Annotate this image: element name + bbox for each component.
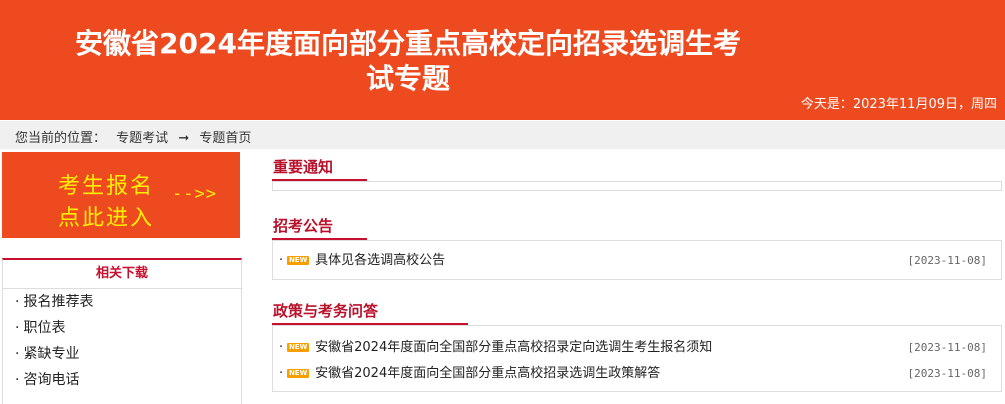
breadcrumb-bar: 您当前的位置： 专题考试 ➞ 专题首页 bbox=[0, 121, 1005, 149]
download-item-recommendation-form[interactable]: · 报名推荐表 bbox=[3, 289, 241, 315]
register-label: 考生报名 bbox=[58, 174, 155, 199]
notices-title[interactable]: 重要通知 bbox=[272, 155, 1002, 179]
bullet-icon: · bbox=[279, 366, 284, 381]
notices-list bbox=[272, 181, 1002, 191]
new-badge-icon: NEW bbox=[287, 256, 310, 265]
announcements-title[interactable]: 招考公告 bbox=[272, 214, 1002, 238]
downloads-list: · 报名推荐表 · 职位表 · 紧缺专业 · 咨询电话 bbox=[3, 289, 241, 393]
item-date: [2023-11-08] bbox=[907, 341, 987, 354]
list-item[interactable]: · NEW 具体见各选调高校公告 [2023-11-08] bbox=[273, 248, 1001, 274]
current-date: 今天是：2023年11月09日，周四 bbox=[800, 97, 997, 112]
list-item-label: 紧缺专业 bbox=[23, 346, 80, 362]
breadcrumb: 您当前的位置： 专题考试 ➞ 专题首页 bbox=[15, 127, 257, 146]
announcements-section: 招考公告 · NEW 具体见各选调高校公告 [2023-11-08] bbox=[272, 214, 1002, 280]
download-item-shortage-majors[interactable]: · 紧缺专业 bbox=[3, 341, 241, 367]
policy-link[interactable]: 安徽省2024年度面向全国部分重点高校招录选调生政策解答 bbox=[315, 366, 660, 381]
policy-list: · NEW 安徽省2024年度面向全国部分重点高校招录定向选调生考生报名须知 [20… bbox=[272, 325, 1002, 392]
list-item-label: 咨询电话 bbox=[23, 372, 80, 388]
list-item-label: 职位表 bbox=[23, 320, 66, 336]
download-item-contact-phone[interactable]: · 咨询电话 bbox=[3, 367, 241, 393]
page-header: 安徽省2024年度面向部分重点高校定向招录选调生考 试专题 今天是：2023年1… bbox=[0, 0, 1005, 120]
bullet-icon: · bbox=[15, 372, 20, 388]
page-title: 安徽省2024年度面向部分重点高校定向招录选调生考 试专题 bbox=[20, 26, 796, 96]
breadcrumb-item-home[interactable]: 专题首页 bbox=[199, 131, 251, 146]
list-item-label: 报名推荐表 bbox=[23, 294, 94, 310]
item-date: [2023-11-08] bbox=[907, 367, 987, 380]
page-title-line2: 试专题 bbox=[365, 62, 450, 95]
downloads-panel: 相关下载 · 报名推荐表 · 职位表 · 紧缺专业 · 咨询电话 bbox=[2, 258, 242, 404]
policy-link[interactable]: 安徽省2024年度面向全国部分重点高校招录定向选调生考生报名须知 bbox=[315, 340, 712, 355]
notices-section: 重要通知 bbox=[272, 155, 1002, 191]
policy-section: 政策与考务问答 · NEW 安徽省2024年度面向全国部分重点高校招录定向选调生考生… bbox=[272, 299, 1002, 392]
new-badge-icon: NEW bbox=[287, 369, 310, 378]
announcement-link[interactable]: 具体见各选调高校公告 bbox=[315, 253, 445, 268]
new-badge-icon: NEW bbox=[287, 343, 310, 352]
bullet-icon: · bbox=[15, 294, 20, 310]
download-item-position-table[interactable]: · 职位表 bbox=[3, 315, 241, 341]
breadcrumb-item-exams[interactable]: 专题考试 bbox=[116, 131, 168, 146]
list-item[interactable]: · NEW 安徽省2024年度面向全国部分重点高校招录定向选调生考生报名须知 [20… bbox=[273, 335, 1001, 361]
bullet-icon: · bbox=[279, 253, 284, 268]
policy-title[interactable]: 政策与考务问答 bbox=[272, 299, 1002, 323]
register-entry-button[interactable]: 考生报名 点此进入 -->> bbox=[2, 152, 240, 238]
bullet-icon: · bbox=[15, 320, 20, 336]
register-enter-label: 点此进入 bbox=[58, 206, 155, 231]
bullet-icon: · bbox=[279, 340, 284, 355]
page-title-line1: 安徽省2024年度面向部分重点高校定向招录选调生考 bbox=[75, 27, 741, 60]
bullet-icon: · bbox=[15, 346, 20, 362]
arrow-right-icon: -->> bbox=[172, 184, 217, 204]
downloads-title: 相关下载 bbox=[3, 260, 241, 289]
breadcrumb-prefix: 您当前的位置： bbox=[15, 131, 107, 146]
item-date: [2023-11-08] bbox=[907, 254, 987, 267]
arrow-right-icon: ➞ bbox=[178, 131, 190, 146]
announcements-list: · NEW 具体见各选调高校公告 [2023-11-08] bbox=[272, 240, 1002, 280]
list-item[interactable]: · NEW 安徽省2024年度面向全国部分重点高校招录选调生政策解答 [2023-1… bbox=[273, 361, 1001, 387]
